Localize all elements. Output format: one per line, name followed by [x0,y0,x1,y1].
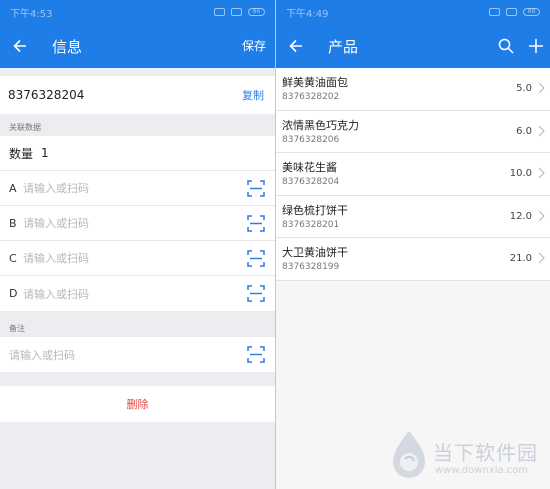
note-section-label: 备注 [9,324,25,333]
copy-button[interactable]: 复制 [242,87,264,103]
scan-icon[interactable] [247,250,265,267]
chevron-right-icon [538,210,545,221]
list-item[interactable]: 绿色梳打饼干 8376328201 12.0 [276,196,550,238]
quantity-label: 数量 [9,146,34,161]
quantity-row[interactable]: 数量 1 [0,136,275,171]
product-code: 8376328199 [282,262,340,272]
scan-icon[interactable] [247,215,265,232]
product-code: 8376328204 [282,177,340,187]
page-title: 信息 [52,37,83,56]
list-item[interactable]: 鲜美黄油面包 8376328202 5.0 [276,68,550,111]
field-b-key: B [9,216,17,230]
product-code: 8376328206 [282,134,340,145]
back-arrow-icon [289,39,302,53]
scan-icon[interactable] [247,180,265,197]
note-row[interactable]: 请输入或扫码 [0,337,275,372]
title-bar: 产品 [276,24,550,68]
product-code: 8376328201 [282,219,340,230]
field-c-key: C [9,251,17,265]
status-time: 下午4:49 [286,8,329,20]
page-title: 产品 [328,37,359,56]
watermark-url: www.downxia.com [435,465,529,476]
back-button[interactable] [278,24,314,68]
product-list-screen: 下午4:49 88 产品 鲜美黄油面包 8376328202 5.0 浓情黑色巧… [276,0,550,489]
chevron-right-icon [538,82,545,94]
status-icons: 88 [489,8,540,16]
product-code: 8376328202 [282,92,340,102]
field-d-row[interactable]: D 请输入或扫码 [0,276,275,311]
watermark-brand: 当下软件园 [433,441,538,465]
save-button[interactable]: 保存 [242,37,266,54]
add-icon[interactable] [528,38,544,54]
status-time: 下午4:53 [10,8,53,20]
title-bar: 信息 保存 [0,24,275,68]
field-d-key: D [9,287,18,300]
toolbar-actions [498,24,544,68]
signal-icon [489,8,500,16]
product-value: 6.0 [516,125,532,137]
product-name: 浓情黑色巧克力 [282,118,359,132]
battery-icon: 86 [248,8,265,16]
detail-screen: 下午4:53 86 信息 保存 8376328204 复制 关联数据 数量 1 … [0,0,275,489]
status-bar: 下午4:49 88 [276,0,550,24]
search-icon[interactable] [498,38,514,54]
field-c-input[interactable]: 请输入或扫码 [23,250,89,266]
signal-icon [214,8,225,16]
product-value: 5.0 [516,83,532,94]
product-value: 10.0 [509,168,532,179]
chevron-right-icon [538,125,545,136]
chevron-right-icon [538,252,545,264]
note-input[interactable]: 请输入或扫码 [9,347,75,363]
field-b-row[interactable]: B 请输入或扫码 [0,206,275,241]
watermark: 当下软件园 www.downxia.com [389,429,547,485]
barcode-row: 8376328204 复制 [0,76,275,114]
list-item[interactable]: 大卫黄油饼干 8376328199 21.0 [276,238,550,281]
wifi-icon [506,8,517,16]
back-arrow-icon [13,39,26,53]
field-c-row[interactable]: C 请输入或扫码 [0,241,275,276]
field-a-row[interactable]: A 请输入或扫码 [0,171,275,206]
battery-icon: 88 [523,8,540,16]
wifi-icon [231,8,242,16]
quantity-value: 1 [41,146,49,160]
barcode-value: 8376328204 [8,88,85,102]
field-a-input[interactable]: 请输入或扫码 [23,180,89,196]
field-b-input[interactable]: 请输入或扫码 [23,215,89,231]
chevron-right-icon [538,167,545,179]
back-button[interactable] [2,24,38,68]
product-name: 美味花生酱 [282,161,337,174]
list-item[interactable]: 美味花生酱 8376328204 10.0 [276,153,550,196]
list-item[interactable]: 浓情黑色巧克力 8376328206 6.0 [276,111,550,153]
product-value: 21.0 [509,253,532,264]
product-name: 大卫黄油饼干 [282,246,348,259]
field-d-input[interactable]: 请输入或扫码 [23,286,89,302]
status-bar: 下午4:53 86 [0,0,275,24]
product-list: 鲜美黄油面包 8376328202 5.0 浓情黑色巧克力 8376328206… [276,68,550,281]
scan-icon[interactable] [247,346,265,363]
delete-button[interactable]: 删除 [0,386,275,422]
field-a-key: A [9,181,17,195]
product-value: 12.0 [509,210,532,222]
related-section-label: 关联数据 [9,123,41,132]
status-icons: 86 [214,8,265,16]
scan-icon[interactable] [247,285,265,302]
watermark-logo-icon [393,431,425,478]
product-name: 鲜美黄油面包 [282,76,348,89]
product-name: 绿色梳打饼干 [282,203,348,217]
